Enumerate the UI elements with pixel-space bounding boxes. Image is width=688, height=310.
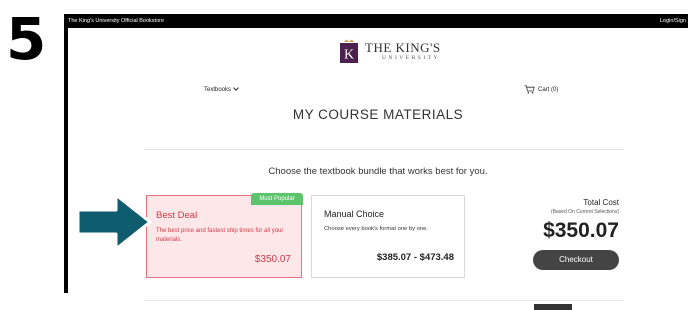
textbooks-menu[interactable]: Textbooks	[204, 85, 239, 93]
textbooks-menu-label: Textbooks	[204, 87, 232, 93]
cart-icon	[524, 85, 535, 94]
bundle-prompt: Choose the textbook bundle that works be…	[268, 166, 488, 177]
total-cost-label: Total Cost	[583, 198, 619, 207]
manual-choice-price: $385.07 - $473.48	[376, 252, 454, 263]
cut-off-element	[534, 304, 572, 310]
best-deal-title: Best Deal	[156, 210, 198, 221]
manual-choice-title: Manual Choice	[324, 209, 385, 219]
browser-window: The King's University Official Bookstore…	[64, 14, 688, 310]
top-bar: The King's University Official Bookstore…	[64, 14, 688, 28]
best-deal-option[interactable]: Best Deal The best price and fastest shi…	[146, 195, 302, 278]
manual-choice-description: Choose every book's format one by one.	[324, 226, 428, 232]
divider	[144, 149, 624, 150]
chevron-down-icon	[233, 85, 239, 91]
logo-name: THE KING'S	[365, 40, 441, 55]
university-logo-icon[interactable]: K	[338, 39, 360, 63]
best-deal-description: The best price and fastest ship times fo…	[156, 228, 284, 243]
arrow-right-icon	[76, 193, 152, 251]
total-cost-note: (Based On Current Selections)	[550, 209, 619, 215]
bookstore-name: The King's University Official Bookstore	[68, 18, 165, 24]
total-cost-amount: $350.07	[543, 219, 619, 242]
checkout-button[interactable]: Checkout	[533, 250, 619, 270]
cart-label: Cart (0)	[538, 87, 559, 93]
page-title: MY COURSE MATERIALS	[292, 107, 464, 122]
step-number: 5	[6, 5, 46, 73]
most-popular-badge: Most Popular	[251, 193, 303, 205]
logo-subtitle: UNIVERSITY	[382, 55, 440, 61]
page-content: K THE KING'S UNIVERSITY Textbooks Cart (…	[68, 28, 688, 310]
login-link[interactable]: Login/Sign	[660, 18, 686, 24]
manual-choice-option[interactable]: Manual Choice Choose every book's format…	[311, 195, 465, 278]
best-deal-price: $350.07	[254, 254, 291, 265]
divider	[144, 300, 624, 301]
logo-letter: K	[344, 48, 354, 63]
